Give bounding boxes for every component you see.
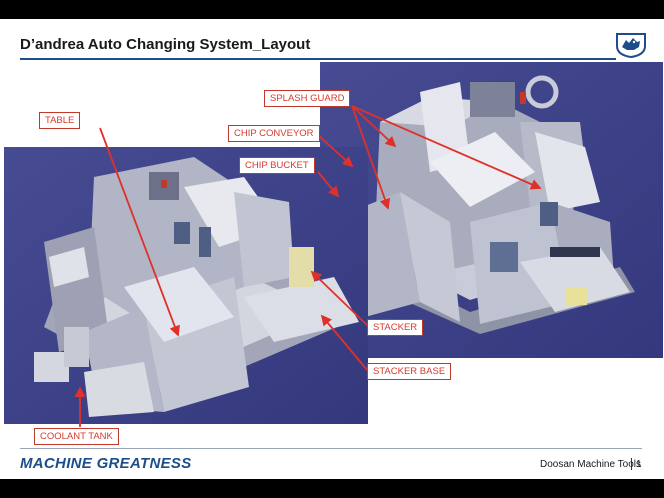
label-stacker-base: STACKER BASE [367,363,452,380]
company-name: Doosan Machine Tools [540,459,641,470]
brand-slogan: MACHINE GREATNESS [20,455,192,472]
doosan-wolf-logo-icon [616,33,646,58]
slide-title: D’andrea Auto Changing System_Layout [20,36,311,53]
machine-render-left [4,147,368,424]
top-black-bar [0,0,664,19]
title-underline [20,58,616,60]
footer-separator [631,458,632,470]
label-stacker: STACKER [367,319,424,336]
label-coolant-tank: COOLANT TANK [34,428,119,445]
label-chip-bucket: CHIP BUCKET [239,157,315,174]
page-number: 1 [636,459,642,470]
label-table: TABLE [39,112,81,129]
footer-divider [20,448,642,449]
label-splash-guard: SPLASH GUARD [264,90,351,107]
label-chip-conveyor: CHIP CONVEYOR [228,125,320,142]
bottom-black-bar [0,479,664,498]
machine-render-right [320,62,663,358]
